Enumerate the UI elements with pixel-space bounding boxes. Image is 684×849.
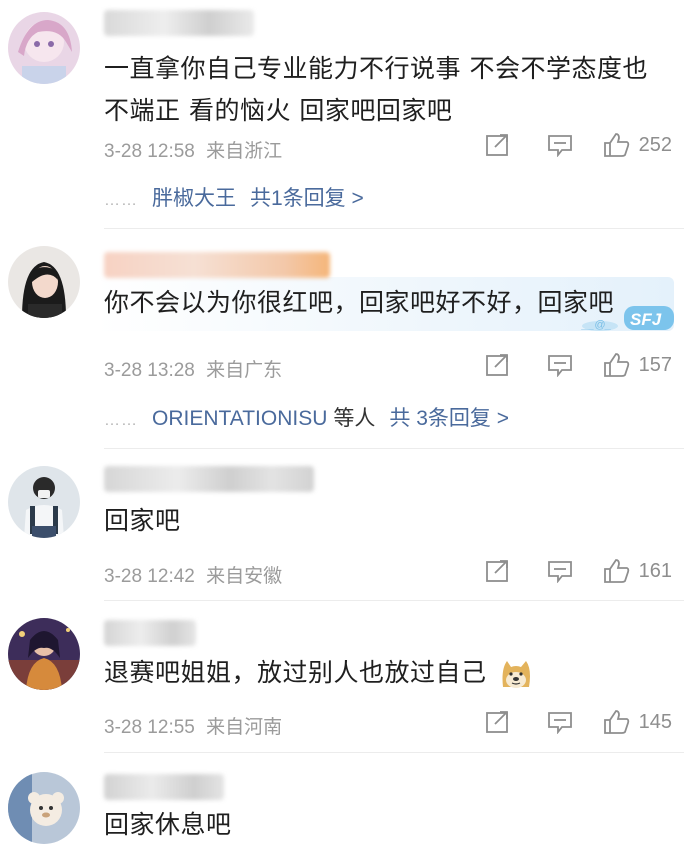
- like-count: 161: [638, 559, 672, 582]
- reply-button[interactable]: [547, 353, 573, 377]
- reply-summary[interactable]: …… ORIENTATIONISU 等人共 3条回复 >: [104, 402, 509, 432]
- share-button[interactable]: [485, 133, 511, 157]
- username-blurred[interactable]: [104, 466, 314, 492]
- comment-actions: 161: [485, 558, 672, 584]
- share-icon: [485, 711, 508, 733]
- comment-actions: 252: [485, 132, 672, 158]
- share-icon: [485, 354, 508, 376]
- timestamp: 3-28 12:55: [104, 717, 195, 738]
- comment-actions: 145: [485, 709, 672, 735]
- illustration-avatar-icon: [8, 618, 80, 690]
- thumbs-up-icon: [603, 353, 629, 377]
- like-button[interactable]: 161: [603, 558, 672, 584]
- location: 来自广东: [206, 360, 283, 381]
- comment-icon: [547, 355, 572, 377]
- avatar[interactable]: [8, 618, 80, 690]
- username-blurred[interactable]: [104, 774, 224, 800]
- timestamp: 3-28 13:28: [104, 360, 195, 381]
- comment-icon: [547, 135, 572, 157]
- divider: [104, 448, 684, 449]
- username-blurred[interactable]: [104, 252, 330, 278]
- comment-meta: 3-28 12:55 来自河南: [104, 712, 282, 739]
- reply-button[interactable]: [547, 133, 573, 157]
- reply-count-link[interactable]: 共 3条回复 >: [389, 407, 509, 430]
- comment-icon: [547, 561, 572, 583]
- reply-author[interactable]: 胖椒大王: [152, 187, 236, 210]
- avatar[interactable]: [8, 12, 80, 84]
- like-button[interactable]: 145: [603, 709, 672, 735]
- like-count: 145: [638, 710, 672, 733]
- timestamp: 3-28 12:42: [104, 566, 195, 587]
- reply-summary[interactable]: …… 胖椒大王 共1条回复 >: [104, 182, 364, 212]
- share-button[interactable]: [485, 559, 511, 583]
- reply-author[interactable]: ORIENTATIONISU: [152, 407, 327, 430]
- divider: [104, 228, 684, 229]
- like-button[interactable]: 157: [603, 352, 672, 378]
- like-count: 157: [638, 353, 672, 376]
- location: 来自安徽: [206, 566, 283, 587]
- like-button[interactable]: 252: [603, 132, 672, 158]
- person-avatar-icon: [8, 466, 80, 538]
- comment-text: 一直拿你自己专业能力不行说事 不会不学态度也 不端正 看的恼火 回家吧回家吧: [104, 54, 648, 125]
- avatar[interactable]: [8, 466, 80, 538]
- timestamp: 3-28 12:58: [104, 141, 195, 162]
- location: 来自河南: [206, 717, 283, 738]
- share-button[interactable]: [485, 353, 511, 377]
- location: 来自浙江: [206, 141, 283, 162]
- comment-meta: 3-28 12:42 来自安徽: [104, 561, 282, 588]
- comment-actions: 157: [485, 352, 672, 378]
- thumbs-up-icon: [603, 710, 629, 734]
- comment-icon: [547, 712, 572, 734]
- anime-avatar-icon: [8, 12, 80, 84]
- doge-icon: [502, 661, 530, 688]
- reply-dots: ……: [104, 412, 138, 429]
- avatar[interactable]: [8, 772, 80, 844]
- thumbs-up-icon: [603, 559, 629, 583]
- comment-meta: 3-28 13:28 来自广东: [104, 355, 282, 382]
- like-count: 252: [638, 133, 672, 156]
- avatar[interactable]: [8, 246, 80, 318]
- divider: [104, 752, 684, 753]
- comment-text: 你不会以为你很红吧，回家吧好不好，回家吧: [104, 288, 615, 317]
- share-button[interactable]: [485, 710, 511, 734]
- portrait-avatar-icon: [8, 246, 80, 318]
- comment-text: 回家休息吧: [104, 810, 232, 839]
- share-icon: [485, 134, 508, 156]
- username-blurred[interactable]: [104, 620, 196, 646]
- thumbs-up-icon: [603, 133, 629, 157]
- share-icon: [485, 560, 508, 582]
- reply-others: 等人: [333, 407, 376, 430]
- reply-dots: ……: [104, 192, 138, 209]
- comment-text: 退赛吧姐姐，放过别人也放过自己: [104, 652, 533, 694]
- username-blurred[interactable]: [104, 10, 254, 36]
- comment-meta: 3-28 12:58 来自浙江: [104, 136, 282, 163]
- toy-avatar-icon: [8, 772, 80, 844]
- divider: [104, 600, 684, 601]
- reply-button[interactable]: [547, 710, 573, 734]
- reply-button[interactable]: [547, 559, 573, 583]
- sfj-badge-text: SFJ: [630, 310, 662, 329]
- comment-text: 回家吧: [104, 506, 181, 535]
- svg-text:__@_: __@_: [581, 319, 612, 331]
- reply-count-link[interactable]: 共1条回复 >: [250, 187, 364, 210]
- sfj-badge-icon: __@_ SFJ: [581, 306, 674, 331]
